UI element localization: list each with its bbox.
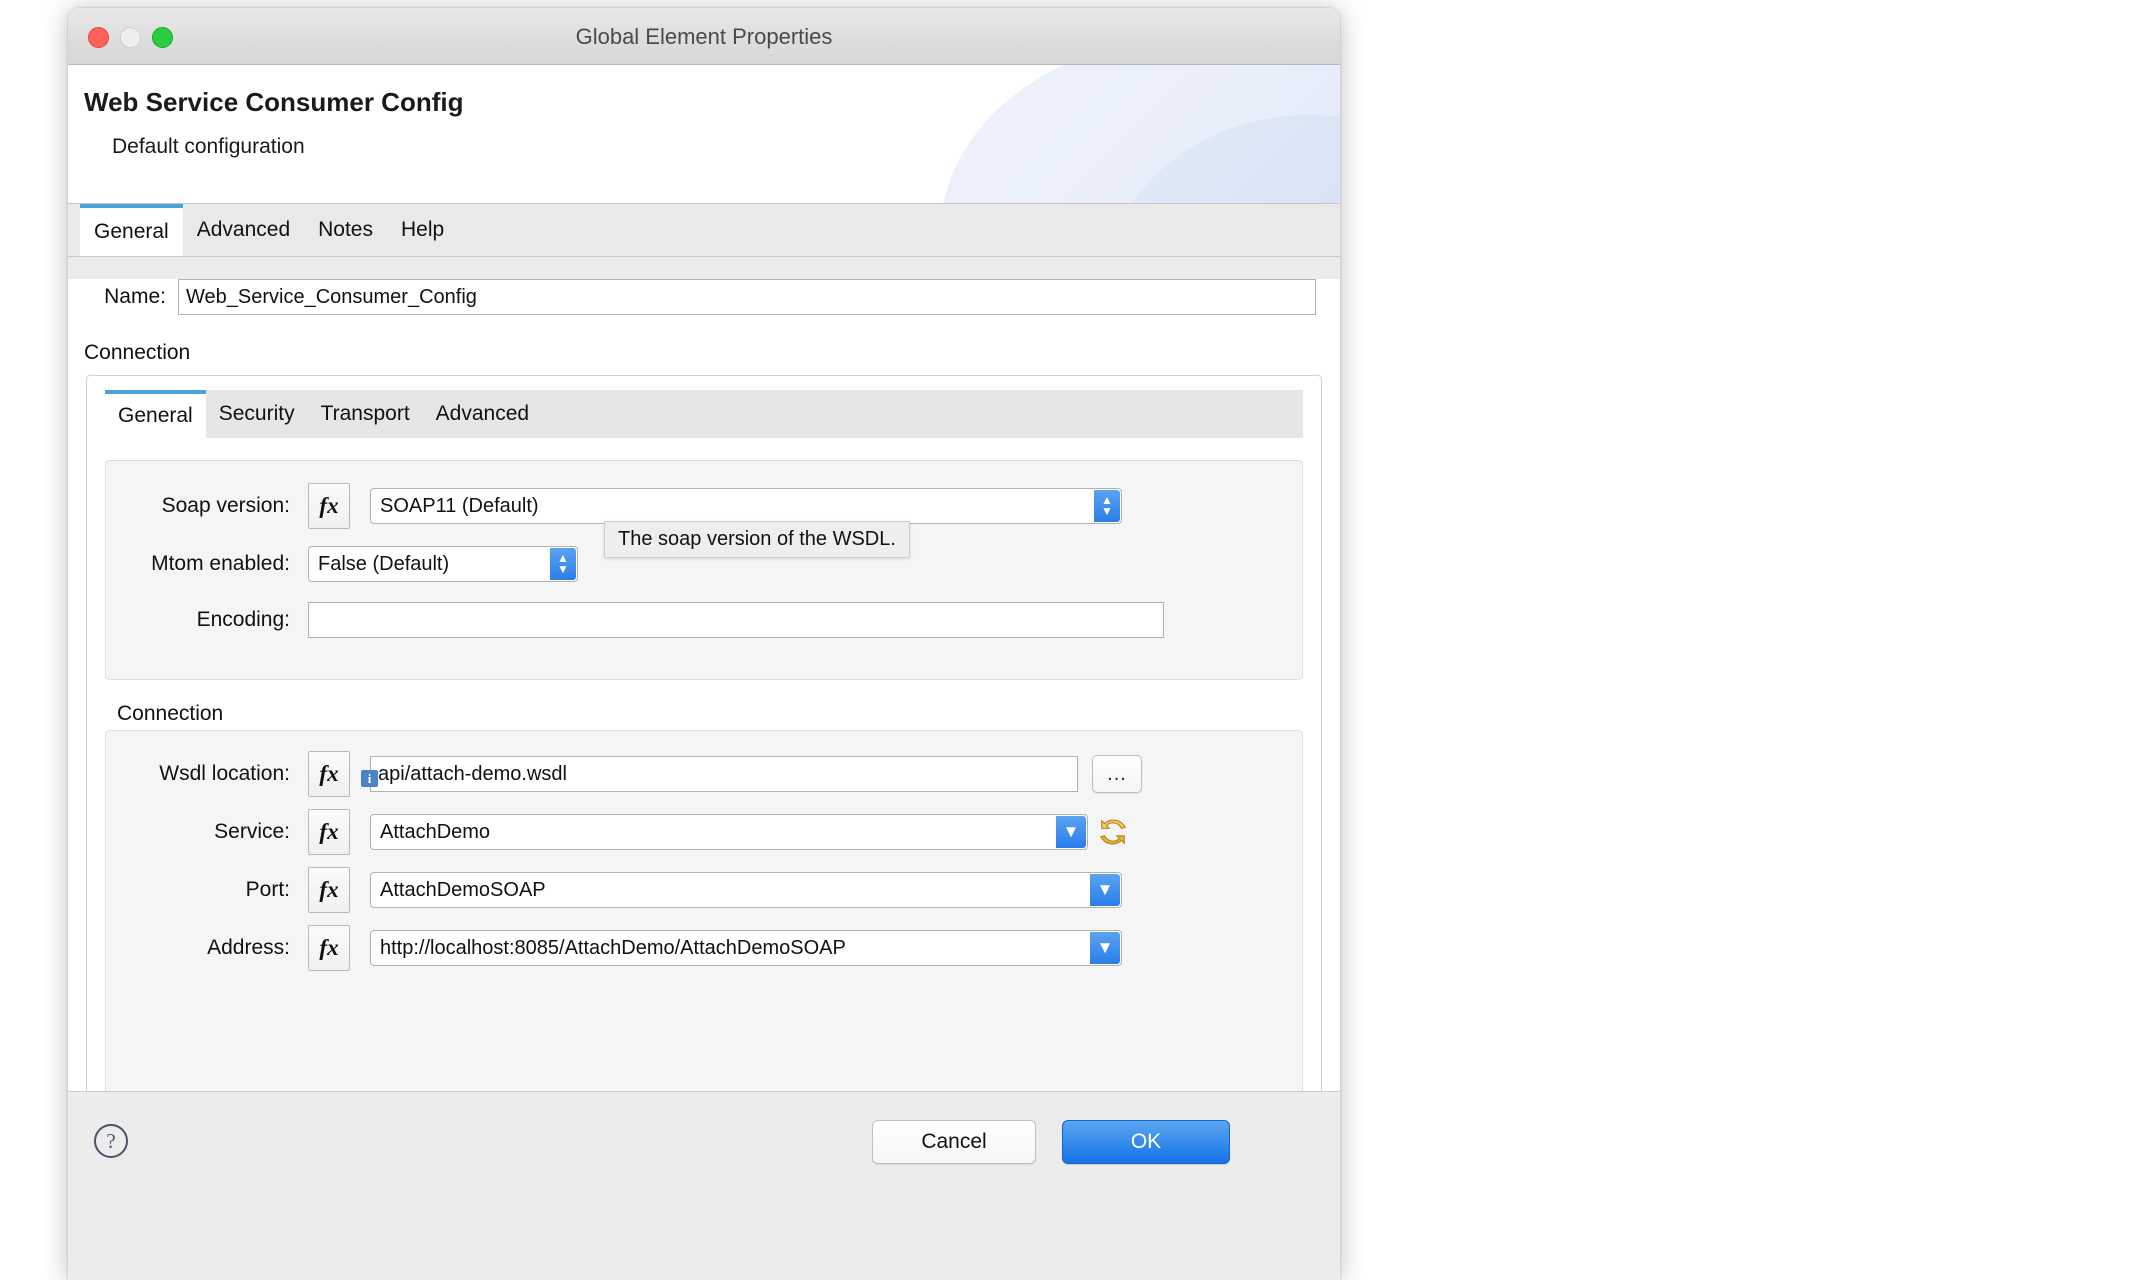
inner-tab-general-label: General (118, 404, 193, 427)
soap-version-value: SOAP11 (Default) (380, 494, 539, 517)
wsdl-browse-button[interactable]: ... (1092, 755, 1142, 793)
soap-version-label: Soap version: (161, 494, 290, 517)
tab-advanced[interactable]: Advanced (183, 204, 304, 256)
service-fx-button[interactable]: fx (308, 809, 350, 855)
inner-tab-transport-label: Transport (320, 402, 410, 425)
outer-tab-bar: General Advanced Notes Help (68, 204, 1340, 257)
inner-tab-transport[interactable]: Transport (308, 390, 423, 438)
chevron-updown-icon[interactable]: ▲ ▼ (1094, 490, 1120, 522)
screen: Global Element Properties Web Service Co… (0, 0, 2142, 1280)
cancel-button-label: Cancel (921, 1130, 987, 1153)
connection-fields-group: Wsdl location: fx i ... Servic (105, 730, 1303, 1138)
name-input[interactable] (178, 279, 1316, 315)
dialog-body: Name: Connection General Security Transp… (68, 279, 1340, 1138)
page-subtitle: Default configuration (112, 135, 305, 158)
inner-tab-advanced-label: Advanced (435, 402, 530, 425)
inner-tab-bar: General Security Transport Advanced (105, 390, 1303, 438)
wsdl-location-input[interactable] (370, 756, 1078, 792)
wsdl-location-row: Wsdl location: fx i ... (106, 745, 1302, 803)
address-label: Address: (207, 936, 290, 959)
mtom-enabled-combo[interactable]: False (Default) ▲ ▼ (308, 546, 578, 582)
connection-group-label: Connection (117, 702, 224, 725)
dialog-footer: ? Cancel OK (68, 1091, 1340, 1192)
tab-notes-label: Notes (318, 218, 373, 241)
tab-help[interactable]: Help (387, 204, 458, 256)
tooltip: The soap version of the WSDL. (604, 521, 910, 558)
general-settings-group: Soap version: fx SOAP11 (Default) ▲▼ Mt (105, 460, 1303, 680)
tab-advanced-label: Advanced (196, 218, 291, 241)
mtom-enabled-label: Mtom enabled: (151, 552, 290, 575)
encoding-label: Encoding: (196, 608, 290, 631)
service-value: AttachDemo (380, 820, 491, 843)
chevron-down-icon[interactable]: ▼ (1056, 816, 1086, 848)
ok-button[interactable]: OK (1062, 1120, 1230, 1164)
port-label: Port: (245, 878, 290, 901)
svg-text:?: ? (106, 1129, 115, 1153)
inner-tab-advanced[interactable]: Advanced (423, 390, 542, 438)
connection-section-label: Connection (84, 341, 191, 364)
name-label: Name: (104, 285, 166, 308)
info-icon: i (361, 770, 378, 787)
address-fx-button[interactable]: fx (308, 925, 350, 971)
address-value: http://localhost:8085/AttachDemo/AttachD… (380, 936, 846, 959)
wsdl-browse-label: ... (1107, 762, 1127, 785)
chevron-down-icon[interactable]: ▼ (1090, 874, 1120, 906)
port-fx-button[interactable]: fx (308, 867, 350, 913)
wsdl-location-label: Wsdl location: (159, 762, 290, 785)
tab-general-label: General (94, 220, 169, 243)
chevron-updown-icon[interactable]: ▲ ▼ (550, 548, 576, 580)
port-value: AttachDemoSOAP (380, 878, 546, 901)
encoding-input[interactable] (308, 602, 1164, 638)
ok-button-label: OK (1130, 1130, 1162, 1153)
inner-tab-security[interactable]: Security (206, 390, 308, 438)
header-decoration-arc-outer (940, 65, 1340, 203)
window-title: Global Element Properties (575, 24, 833, 49)
wsdl-location-fx-button[interactable]: fx (308, 751, 350, 797)
tab-help-label: Help (400, 218, 445, 241)
chevron-down-icon[interactable]: ▼ (1090, 932, 1120, 964)
inner-tab-security-label: Security (218, 402, 295, 425)
address-row: Address: fx http://localhost:8085/Attach… (106, 919, 1302, 977)
dialog-window: Global Element Properties Web Service Co… (68, 8, 1340, 1280)
fx-icon: fx (319, 877, 339, 902)
help-icon[interactable]: ? (92, 1122, 130, 1160)
port-row: Port: fx AttachDemoSOAP ▼ (106, 861, 1302, 919)
fx-icon: fx (319, 819, 339, 844)
refresh-icon[interactable] (1098, 817, 1128, 847)
address-combo[interactable]: http://localhost:8085/AttachDemo/AttachD… (370, 930, 1122, 966)
mtom-enabled-value: False (Default) (318, 552, 450, 575)
fx-icon: fx (319, 493, 339, 518)
fx-icon: fx (319, 761, 339, 786)
tab-general[interactable]: General (80, 204, 183, 256)
service-combo[interactable]: AttachDemo ▼ (370, 814, 1088, 850)
dialog-header: Web Service Consumer Config Default conf… (68, 65, 1340, 204)
fx-icon: fx (319, 935, 339, 960)
window-titlebar: Global Element Properties (68, 8, 1340, 65)
encoding-row: Encoding: (106, 593, 1302, 647)
name-row: Name: (68, 279, 1316, 315)
tab-notes[interactable]: Notes (304, 204, 387, 256)
connection-panel: General Security Transport Advanced Soap… (86, 375, 1322, 1138)
inner-tab-general[interactable]: General (105, 390, 206, 438)
service-label: Service: (214, 820, 290, 843)
page-title: Web Service Consumer Config (84, 87, 464, 117)
port-combo[interactable]: AttachDemoSOAP ▼ (370, 872, 1122, 908)
header-decoration-arc-inner (1110, 115, 1340, 203)
service-row: Service: fx AttachDemo ▼ (106, 803, 1302, 861)
soap-version-combo[interactable]: SOAP11 (Default) ▲ ▼ (370, 488, 1122, 524)
soap-version-fx-button[interactable]: fx (308, 483, 350, 529)
cancel-button[interactable]: Cancel (872, 1120, 1036, 1164)
